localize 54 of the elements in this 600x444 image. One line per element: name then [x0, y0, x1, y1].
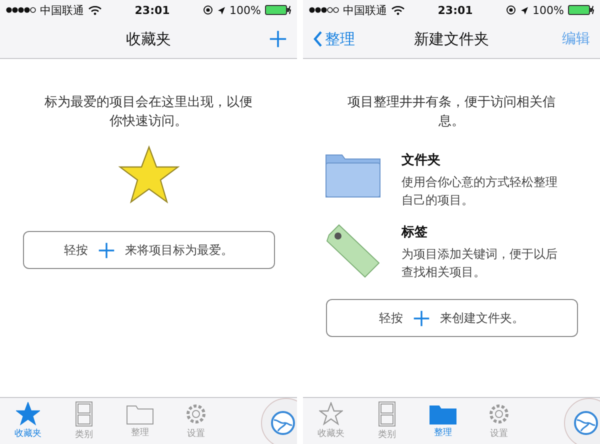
battery-icon	[265, 5, 291, 15]
intro-text: 项目整理井井有条，便于访问相关信息。	[346, 94, 556, 131]
star-icon	[16, 402, 40, 426]
battery-icon	[568, 5, 594, 15]
wifi-icon	[88, 5, 102, 15]
tab-item[interactable]: 设置	[168, 400, 224, 442]
add-button[interactable]	[269, 30, 287, 48]
lock-rotation-icon	[506, 5, 516, 15]
folder-icon	[429, 403, 457, 425]
star-drawing	[118, 145, 180, 205]
globe-icon	[573, 410, 599, 436]
settings-icon	[487, 402, 511, 426]
edit-button[interactable]: 编辑	[562, 30, 590, 48]
status-time: 23:01	[438, 4, 473, 16]
cabinet-icon	[75, 401, 93, 427]
lock-rotation-icon	[202, 5, 213, 15]
nav-title: 收藏夹	[126, 30, 171, 48]
item-title: 文件夹	[402, 152, 442, 169]
battery-percent: 100%	[532, 4, 564, 16]
hint-text: 来创建文件夹。	[440, 310, 524, 326]
tab-item[interactable]: 整理	[415, 401, 471, 441]
tag-icon	[324, 223, 380, 279]
carrier-name: 中国联通	[343, 2, 387, 18]
tab-item[interactable]: 整理	[112, 401, 168, 441]
globe-icon	[270, 410, 296, 436]
item-title: 标签	[402, 224, 428, 241]
item-description: 使用合你心意的方式轻松整理自己的项目。	[402, 174, 558, 209]
hint-text: 轻按	[379, 310, 403, 326]
battery-percent: 100%	[230, 4, 261, 16]
wifi-icon	[391, 5, 405, 15]
settings-icon	[184, 402, 208, 426]
nav-title: 新建文件夹	[414, 30, 489, 48]
tab-item[interactable]: 设置	[471, 400, 527, 442]
carrier-name: 中国联通	[40, 2, 84, 18]
location-icon	[216, 6, 226, 14]
signal-icon	[309, 7, 339, 13]
cabinet-icon	[378, 401, 396, 427]
star-icon	[319, 402, 343, 426]
item-description: 为项目添加关键词，便于以后查找相关项目。	[402, 246, 558, 281]
intro-text: 标为最爱的项目会在这里出现，以便你快速访问。	[44, 94, 254, 131]
back-button[interactable]: 整理	[313, 30, 355, 48]
hint-text: 来将项目标为最爱。	[125, 242, 233, 258]
signal-icon	[6, 7, 36, 13]
plus-icon	[413, 310, 430, 326]
tab-item[interactable]: 收藏夹	[303, 400, 359, 442]
tab-item[interactable]: 收藏夹	[0, 400, 56, 442]
folder-icon	[126, 403, 154, 425]
chevron-left-icon	[313, 31, 323, 47]
location-icon	[520, 6, 529, 14]
hint-text: 轻按	[64, 242, 88, 258]
tab-item[interactable]: 类别	[359, 399, 415, 443]
tab-item[interactable]: 类别	[56, 399, 112, 443]
status-time: 23:01	[134, 4, 170, 16]
plus-icon	[98, 242, 115, 258]
